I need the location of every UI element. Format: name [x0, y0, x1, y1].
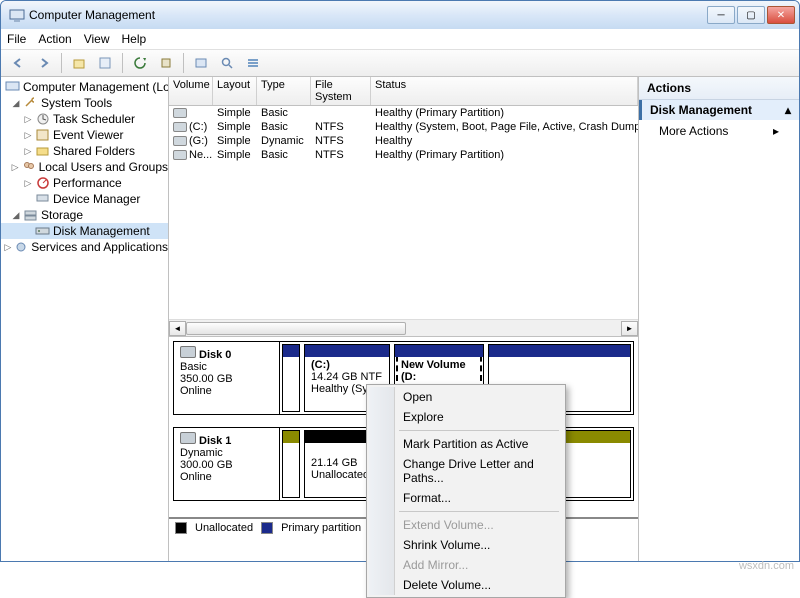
menu-view[interactable]: View [84, 32, 110, 46]
menu-explore[interactable]: Explore [369, 407, 563, 427]
volume-row[interactable]: SimpleBasicHealthy (Primary Partition) [169, 106, 638, 120]
tools-icon [23, 95, 39, 111]
folder-share-icon [35, 143, 51, 159]
chevron-right-icon: ▸ [773, 124, 779, 138]
volume-row[interactable]: (C:)SimpleBasicNTFSHealthy (System, Boot… [169, 120, 638, 134]
collapse-icon[interactable]: ◢ [11, 98, 21, 109]
watermark: wsxdn.com [739, 560, 794, 572]
context-menu: Open Explore Mark Partition as Active Ch… [366, 384, 566, 598]
col-volume[interactable]: Volume [169, 77, 213, 105]
users-icon [21, 159, 37, 175]
nav-tree[interactable]: Computer Management (Local ◢System Tools… [1, 77, 169, 561]
scroll-left-icon[interactable]: ◄ [169, 321, 186, 336]
menubar: File Action View Help [1, 29, 799, 49]
services-icon [13, 239, 29, 255]
expand-icon[interactable]: ▷ [23, 178, 33, 189]
menu-action[interactable]: Action [38, 32, 71, 46]
menu-open[interactable]: Open [369, 387, 563, 407]
tree-system-tools[interactable]: ◢System Tools [1, 95, 168, 111]
legend-swatch-unallocated [175, 522, 187, 534]
drive-icon [173, 150, 187, 160]
menu-change-drive-letter[interactable]: Change Drive Letter and Paths... [369, 454, 563, 488]
volume-hscroll[interactable]: ◄ ► [169, 319, 638, 336]
tree-performance[interactable]: ▷Performance [1, 175, 168, 191]
settings-button[interactable] [190, 52, 212, 74]
disk-icon [180, 346, 196, 358]
window-title: Computer Management [29, 8, 707, 22]
menu-add-mirror: Add Mirror... [369, 555, 563, 575]
toolbar [1, 49, 799, 77]
tree-local-users[interactable]: ▷Local Users and Groups [1, 159, 168, 175]
tree-event-viewer[interactable]: ▷Event Viewer [1, 127, 168, 143]
expand-icon[interactable]: ▷ [4, 242, 11, 253]
titlebar[interactable]: Computer Management ─ ▢ ✕ [1, 1, 799, 29]
list-button[interactable] [242, 52, 264, 74]
drive-icon [173, 122, 187, 132]
perf-icon [35, 175, 51, 191]
computer-icon [5, 79, 21, 95]
actions-pane: Actions Disk Management▴ More Actions▸ [639, 77, 799, 561]
drive-icon [173, 136, 187, 146]
col-type[interactable]: Type [257, 77, 311, 105]
collapse-icon: ▴ [785, 103, 791, 117]
minimize-button[interactable]: ─ [707, 6, 735, 24]
refresh-button[interactable] [129, 52, 151, 74]
tree-device-manager[interactable]: Device Manager [1, 191, 168, 207]
menu-format[interactable]: Format... [369, 488, 563, 508]
volume-header: Volume Layout Type File System Status [169, 77, 638, 106]
actions-section[interactable]: Disk Management▴ [639, 100, 799, 120]
legend-swatch-primary [261, 522, 273, 534]
volume-row[interactable]: (G:)SimpleDynamicNTFSHealthy [169, 134, 638, 148]
reserved-partition[interactable] [282, 344, 300, 412]
expand-icon[interactable]: ▷ [23, 130, 33, 141]
menu-separator [399, 511, 559, 512]
collapse-icon[interactable]: ◢ [11, 210, 21, 221]
tree-shared-folders[interactable]: ▷Shared Folders [1, 143, 168, 159]
reserved-partition[interactable] [282, 430, 300, 498]
tree-services[interactable]: ▷Services and Applications [1, 239, 168, 255]
menu-mark-active[interactable]: Mark Partition as Active [369, 434, 563, 454]
actions-header: Actions [639, 77, 799, 100]
col-status[interactable]: Status [371, 77, 638, 105]
menu-extend-volume: Extend Volume... [369, 515, 563, 535]
expand-icon[interactable]: ▷ [23, 146, 33, 157]
scroll-right-icon[interactable]: ► [621, 321, 638, 336]
back-button[interactable] [7, 52, 29, 74]
col-layout[interactable]: Layout [213, 77, 257, 105]
menu-shrink-volume[interactable]: Shrink Volume... [369, 535, 563, 555]
tool-icon[interactable] [155, 52, 177, 74]
disk-icon [180, 432, 196, 444]
app-icon [9, 7, 25, 23]
close-button[interactable]: ✕ [767, 6, 795, 24]
menu-delete-volume[interactable]: Delete Volume... [369, 575, 563, 595]
find-button[interactable] [216, 52, 238, 74]
properties-button[interactable] [94, 52, 116, 74]
drive-icon [173, 108, 187, 118]
up-button[interactable] [68, 52, 90, 74]
col-filesystem[interactable]: File System [311, 77, 371, 105]
disk-icon [35, 223, 51, 239]
storage-icon [23, 207, 39, 223]
tree-task-scheduler[interactable]: ▷Task Scheduler [1, 111, 168, 127]
tree-storage[interactable]: ◢Storage [1, 207, 168, 223]
device-icon [35, 191, 51, 207]
menu-separator [399, 430, 559, 431]
scroll-thumb[interactable] [186, 322, 406, 335]
maximize-button[interactable]: ▢ [737, 6, 765, 24]
clock-icon [35, 111, 51, 127]
more-actions[interactable]: More Actions▸ [639, 120, 799, 142]
disk1-header[interactable]: Disk 1 Dynamic 300.00 GB Online [174, 428, 280, 500]
disk0-header[interactable]: Disk 0 Basic 350.00 GB Online [174, 342, 280, 414]
expand-icon[interactable]: ▷ [12, 162, 19, 173]
menu-file[interactable]: File [7, 32, 26, 46]
event-icon [35, 127, 51, 143]
tree-root[interactable]: Computer Management (Local [1, 79, 168, 95]
volume-row[interactable]: Ne...SimpleBasicNTFSHealthy (Primary Par… [169, 148, 638, 162]
tree-disk-management[interactable]: Disk Management [1, 223, 168, 239]
forward-button[interactable] [33, 52, 55, 74]
expand-icon[interactable]: ▷ [23, 114, 33, 125]
menu-help[interactable]: Help [122, 32, 147, 46]
